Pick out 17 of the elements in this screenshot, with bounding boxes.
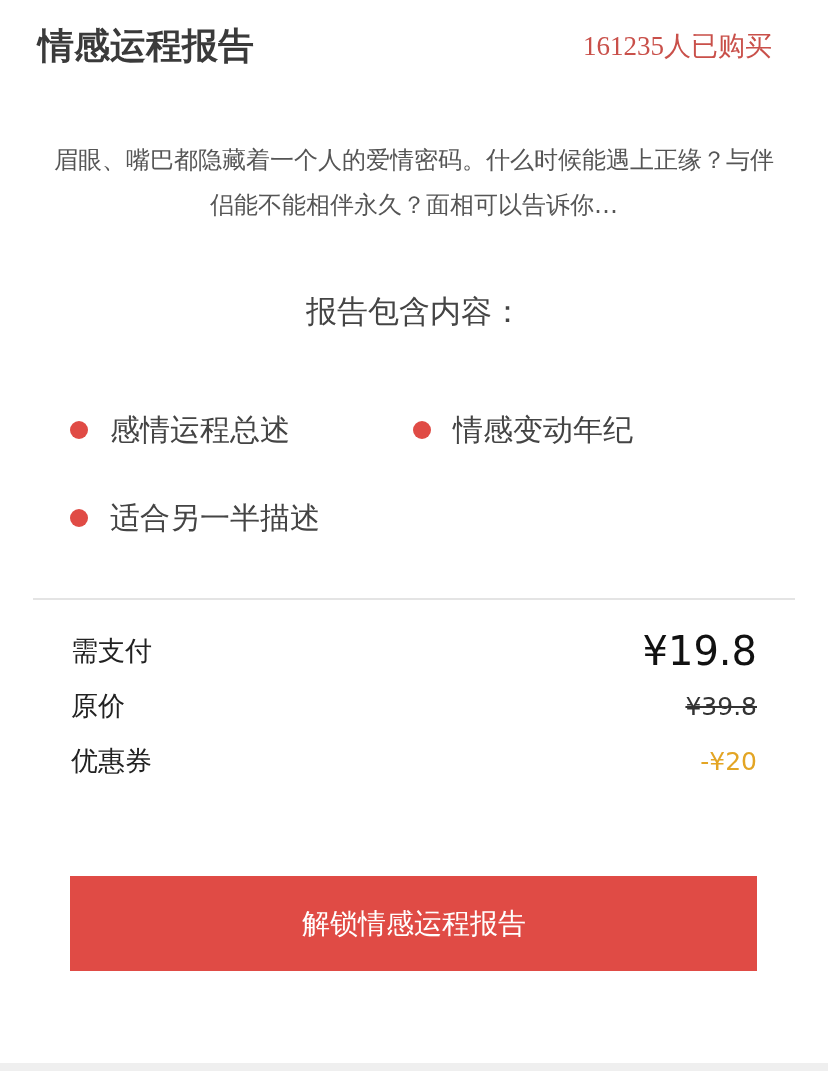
bullet-icon	[70, 421, 88, 439]
price-label: 原价	[71, 689, 125, 723]
purchase-count: 161235人已购买	[583, 30, 772, 63]
content-item: 感情运程总述	[110, 410, 290, 449]
price-label: 需支付	[71, 634, 152, 668]
page-title: 情感运程报告	[38, 23, 254, 68]
unlock-button[interactable]: 解锁情感运程报告	[70, 876, 757, 971]
bullet-icon	[70, 509, 88, 527]
bullet-icon	[413, 421, 431, 439]
description-text: 眉眼、嘴巴都隐藏着一个人的爱情密码。什么时候能遇上正缘？与伴侣能不能相伴永久？面相可以告诉你…	[53, 145, 775, 221]
content-item: 情感变动年纪	[453, 410, 633, 449]
coupon-discount: -¥20	[700, 746, 757, 776]
content-item: 适合另一半描述	[110, 498, 320, 537]
original-price: ¥39.8	[685, 691, 757, 721]
contents-heading: 报告包含内容：	[304, 292, 524, 331]
price-label: 优惠券	[71, 744, 152, 778]
total-price: ¥19.8	[642, 628, 757, 674]
